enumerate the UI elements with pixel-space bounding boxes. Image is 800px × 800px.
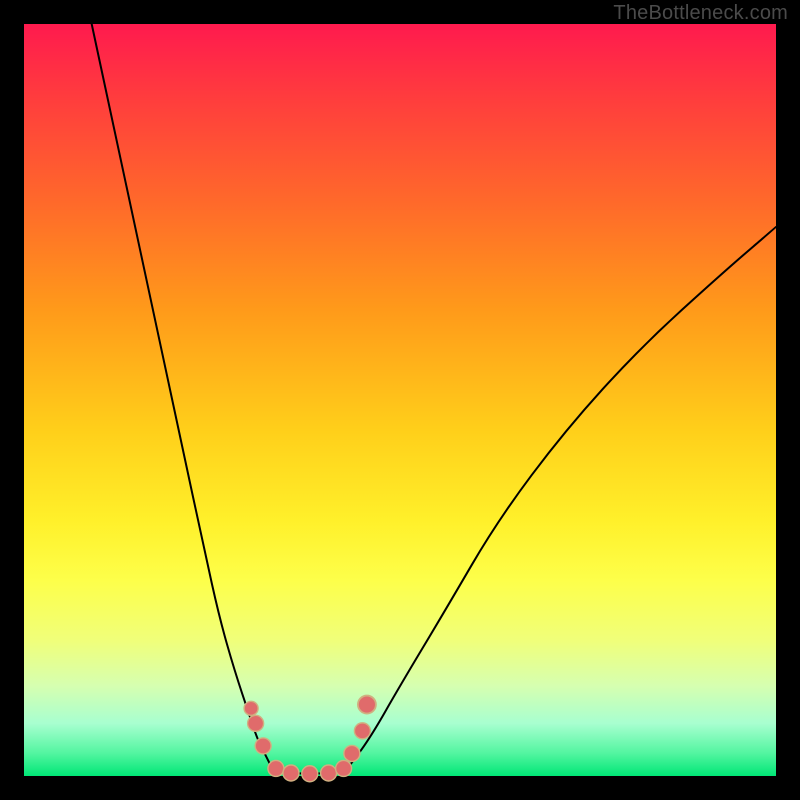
marker-point (321, 765, 337, 781)
plot-area (24, 24, 776, 776)
marker-group (244, 696, 376, 782)
marker-point (248, 715, 264, 731)
marker-point (268, 760, 284, 776)
marker-point (336, 760, 352, 776)
marker-point (283, 765, 299, 781)
marker-point (302, 766, 318, 782)
marker-point (244, 701, 258, 715)
curve-left (92, 24, 272, 768)
marker-point (358, 696, 376, 714)
marker-point (344, 745, 360, 761)
curve-right (347, 227, 776, 768)
watermark-text: TheBottleneck.com (613, 2, 788, 25)
marker-point (354, 723, 370, 739)
marker-point (255, 738, 271, 754)
chart-svg (24, 24, 776, 776)
chart-frame: TheBottleneck.com (0, 0, 800, 800)
